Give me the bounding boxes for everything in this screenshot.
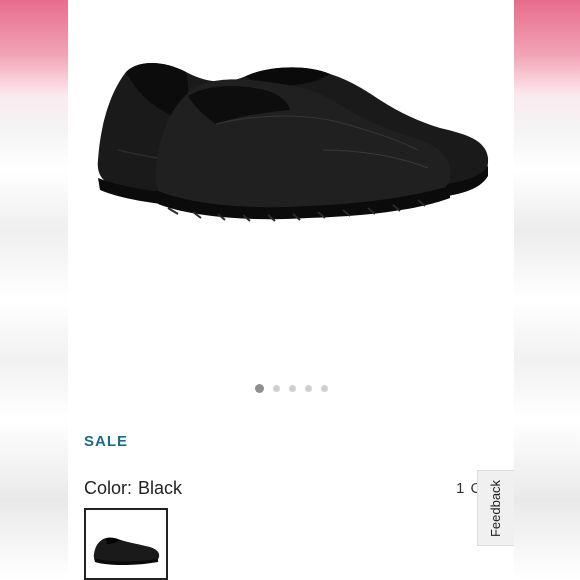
carousel-dot-3[interactable] [288,385,296,392]
blurred-background-right [514,0,580,580]
carousel-dot-1[interactable] [254,384,264,393]
swatch-shoe-thumbnail [93,537,160,565]
feedback-label: Feedback [488,479,504,537]
product-image[interactable] [68,0,514,370]
color-selection-label: Color: Black [84,478,182,499]
color-swatch-black[interactable] [84,508,168,580]
sale-badge: SALE [84,433,129,450]
carousel-dot-2[interactable] [272,385,280,392]
color-value: Black [138,478,183,498]
carousel-dot-5[interactable] [320,385,328,392]
color-label: Color: [84,478,133,498]
carousel-dots [68,384,514,393]
front-shoe [155,79,451,222]
product-page: SALE Color: Black 1 C Feedback [68,0,514,580]
carousel-dot-4[interactable] [304,385,312,392]
blurred-background-left [0,0,68,580]
feedback-tab[interactable]: Feedback [477,470,514,546]
